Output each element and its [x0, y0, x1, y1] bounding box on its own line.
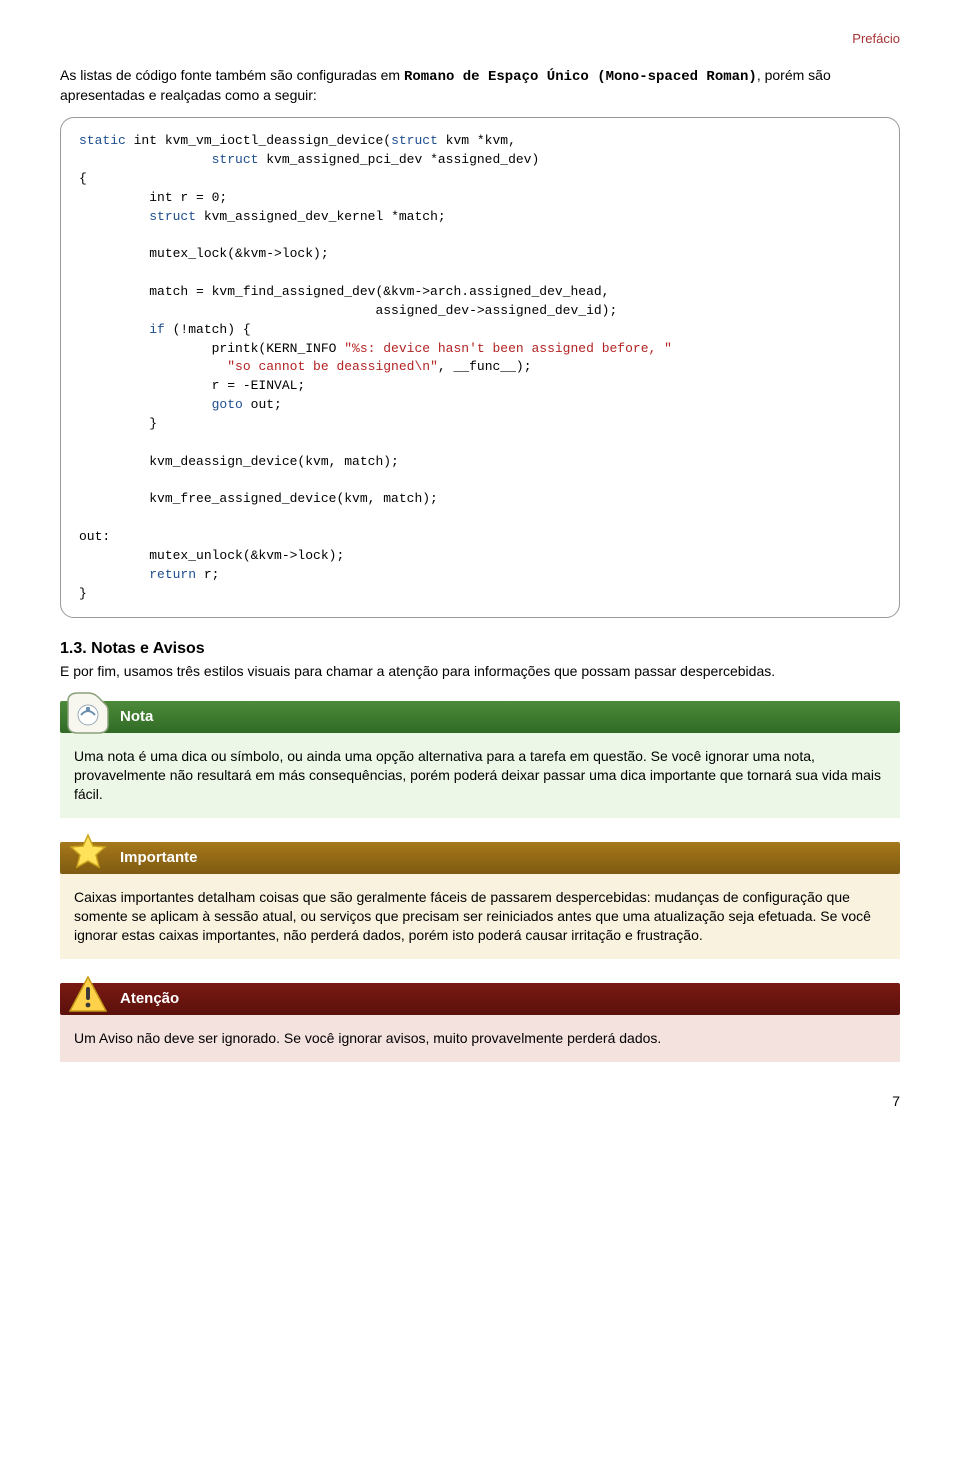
important-icon: [66, 832, 110, 876]
warning-body: Um Aviso não deve ser ignorado. Se você …: [60, 1015, 900, 1062]
important-body: Caixas importantes detalham coisas que s…: [60, 874, 900, 959]
admonition-warning: Atenção Um Aviso não deve ser ignorado. …: [60, 983, 900, 1062]
string-literal: "%s: device hasn't been assigned before,…: [344, 341, 672, 356]
note-body: Uma nota é uma dica ou símbolo, ou ainda…: [60, 733, 900, 818]
kw-if: if: [149, 322, 165, 337]
admonition-important: Importante Caixas importantes detalham c…: [60, 842, 900, 959]
kw-static: static: [79, 133, 126, 148]
running-head: Prefácio: [60, 30, 900, 48]
intro-text-before: As listas de código fonte também são con…: [60, 67, 404, 83]
warning-icon: [66, 973, 110, 1017]
kw-return: return: [149, 567, 196, 582]
code-listing: static int kvm_vm_ioctl_deassign_device(…: [60, 117, 900, 618]
admonition-note: Nota Uma nota é uma dica ou símbolo, ou …: [60, 701, 900, 818]
mono-font-name: Romano de Espaço Único (Mono-spaced Roma…: [404, 69, 757, 85]
page-number: 7: [60, 1092, 900, 1111]
note-title: Nota: [60, 701, 900, 733]
kw-goto: goto: [212, 397, 243, 412]
kw-struct: struct: [391, 133, 438, 148]
string-literal: "so cannot be deassigned: [227, 359, 414, 374]
section-body: E por fim, usamos três estilos visuais p…: [60, 662, 900, 681]
note-icon: [66, 691, 110, 735]
warning-title: Atenção: [60, 983, 900, 1015]
important-title: Importante: [60, 842, 900, 874]
kw-struct: struct: [212, 152, 259, 167]
section-heading: 1.3. Notas e Avisos: [60, 638, 900, 660]
kw-struct: struct: [149, 209, 196, 224]
intro-paragraph: As listas de código fonte também são con…: [60, 66, 900, 106]
